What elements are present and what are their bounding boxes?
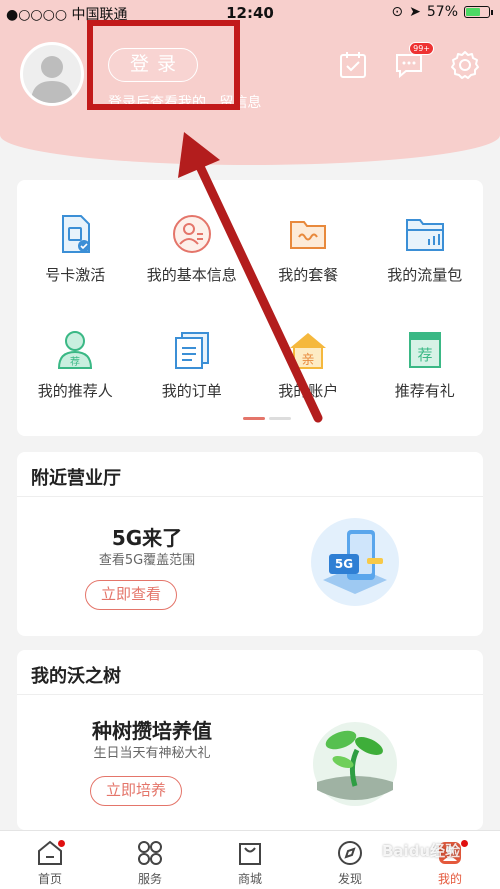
svg-text:荐: 荐 bbox=[70, 356, 80, 368]
promo-title-5g: 5G来了 bbox=[111, 526, 183, 550]
service-sim-activate[interactable]: 号卡激活 bbox=[17, 212, 134, 285]
calendar-check-icon[interactable] bbox=[338, 50, 368, 80]
orders-icon bbox=[174, 332, 209, 369]
services-card: 号卡激活 我的基本信息 我的套餐 我的流量包 荐 我的推荐人 我的订单 亲 我的… bbox=[17, 180, 483, 436]
svg-text:荐: 荐 bbox=[417, 346, 432, 364]
view-now-button[interactable]: 立即查看 bbox=[85, 580, 177, 610]
nearby-stores-card: 附近营业厅 5G来了 查看5G覆盖范围 立即查看 5G bbox=[17, 452, 483, 636]
shop-bag-icon bbox=[239, 843, 261, 865]
status-bar: ●○○○○ 中国联通 12:40 ⊙ ➤ 57% bbox=[0, 0, 500, 26]
service-referral-gift[interactable]: 荐 推荐有礼 bbox=[367, 328, 484, 401]
baidu-watermark: Baidu经验 bbox=[382, 842, 461, 860]
tab-services[interactable]: 服务 bbox=[100, 831, 200, 889]
promo-title-tree: 种树攒培养值 bbox=[92, 719, 212, 743]
home-notification-dot bbox=[57, 839, 66, 848]
mine-notification-dot bbox=[460, 839, 469, 848]
service-my-referrer[interactable]: 荐 我的推荐人 bbox=[17, 328, 134, 401]
location-arrow-icon: ➤ bbox=[409, 4, 421, 20]
services-icon bbox=[138, 841, 162, 865]
avatar[interactable] bbox=[20, 42, 84, 106]
annotation-highlight-box bbox=[87, 20, 240, 110]
sim-card-icon bbox=[62, 215, 91, 253]
default-avatar-icon bbox=[31, 56, 73, 103]
battery-icon bbox=[464, 6, 493, 18]
svg-text:亲: 亲 bbox=[302, 353, 315, 368]
tab-home[interactable]: 首页 bbox=[0, 831, 100, 889]
data-folder-icon bbox=[405, 219, 444, 251]
wo-tree-card: 我的沃之树 种树攒培养值 生日当天有神秘大礼 立即培养 bbox=[17, 650, 483, 830]
grow-now-button[interactable]: 立即培养 bbox=[90, 776, 182, 806]
lock-rotation-icon: ⊙ bbox=[391, 4, 404, 20]
section-title-nearby: 附近营业厅 bbox=[31, 468, 121, 489]
section-title-tree: 我的沃之树 bbox=[31, 666, 121, 687]
battery-percent: 57% bbox=[426, 4, 458, 20]
service-data-pack[interactable]: 我的流量包 bbox=[367, 212, 484, 285]
message-badge: 99+ bbox=[409, 42, 434, 55]
svg-text:5G: 5G bbox=[335, 557, 353, 571]
profile-info-icon bbox=[172, 215, 211, 253]
compass-icon bbox=[338, 841, 362, 865]
settings-gear-icon[interactable] bbox=[450, 50, 480, 80]
promo-sub-tree: 生日当天有神秘大礼 bbox=[93, 746, 211, 761]
service-my-package[interactable]: 我的套餐 bbox=[250, 212, 367, 285]
referrer-icon: 荐 bbox=[58, 331, 93, 369]
account-icon: 亲 bbox=[290, 333, 327, 369]
tree-sprout-illustration bbox=[313, 722, 397, 806]
promo-sub-5g: 查看5G覆盖范围 bbox=[98, 553, 196, 568]
page-dot bbox=[269, 417, 291, 420]
service-basic-info[interactable]: 我的基本信息 bbox=[134, 212, 251, 285]
page-indicator bbox=[243, 417, 291, 420]
profile-header: ●○○○○ 中国联通 12:40 ⊙ ➤ 57% 登录 登录后查看我的...留信… bbox=[0, 0, 500, 165]
5g-phone-illustration: 5G bbox=[311, 518, 399, 606]
message-icon[interactable]: 99+ bbox=[394, 42, 434, 80]
package-icon bbox=[290, 221, 327, 249]
tab-shop[interactable]: 商城 bbox=[200, 831, 300, 889]
service-my-orders[interactable]: 我的订单 bbox=[134, 328, 251, 401]
referral-gift-icon: 荐 bbox=[408, 332, 441, 368]
page-dot-active bbox=[243, 417, 265, 420]
service-my-account[interactable]: 亲 我的账户 bbox=[250, 328, 367, 401]
